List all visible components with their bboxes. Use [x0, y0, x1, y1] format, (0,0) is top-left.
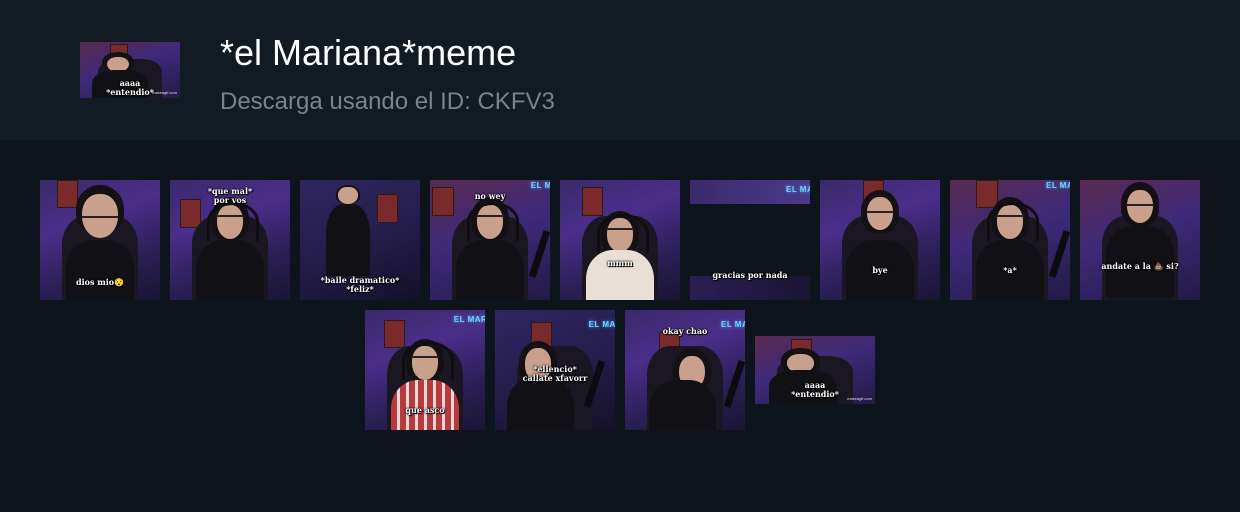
gif-caption: *a*	[1003, 265, 1017, 276]
gif-tile[interactable]: EL MARIANA gracias por nada	[690, 180, 810, 300]
gif-watermark: makeagif.com	[847, 396, 872, 401]
neon-sign: EL MARIANA	[588, 319, 615, 329]
meme-header: aaaa *entendio* makeagif.com *el Mariana…	[0, 0, 1240, 140]
neon-sign: EL MARIANA	[453, 314, 485, 324]
gif-tile[interactable]: EL MARIANA que asco	[365, 310, 485, 430]
gif-caption: okay chao	[662, 325, 708, 336]
gif-caption: dios mio😯	[75, 277, 125, 288]
page-title: *el Mariana*meme	[220, 32, 517, 73]
gif-tile[interactable]: mmm	[560, 180, 680, 300]
meme-thumbnail: aaaa *entendio* makeagif.com	[80, 42, 180, 98]
neon-sign: EL MARIANA	[1046, 181, 1070, 191]
gif-caption: andate a la 💩 si?	[1101, 260, 1179, 271]
gif-caption: bye	[872, 265, 888, 276]
gif-tile[interactable]: *baile dramatico* *feliz*	[300, 180, 420, 300]
neon-sign: EL MARIANA	[786, 184, 810, 194]
gif-caption: *ellencio* callate xfavorr	[522, 364, 588, 384]
gif-tile[interactable]: EL MARIANA no wey	[430, 180, 550, 300]
gif-caption: *baile dramatico* *feliz*	[320, 275, 400, 294]
gif-caption: *que mal* por vos	[207, 186, 253, 206]
gif-tile[interactable]: EL MARIANA okay chao	[625, 310, 745, 430]
meme-gallery: dios mio😯 *que mal* por vos *baile drama…	[0, 140, 1240, 512]
gif-caption: gracias por nada	[712, 270, 788, 281]
thumbnail-watermark: makeagif.com	[152, 90, 177, 95]
gif-tile[interactable]: EL MARIANA *ellencio* callate xfavorr	[495, 310, 615, 430]
gif-tile[interactable]: aaaa *entendio* makeagif.com	[755, 336, 875, 404]
gif-tile[interactable]: andate a la 💩 si?	[1080, 180, 1200, 300]
neon-sign: EL MARIANA	[530, 181, 550, 191]
gif-tile[interactable]: dios mio😯	[40, 180, 160, 300]
gif-caption: mmm	[607, 258, 633, 269]
download-id-text: Descarga usando el ID: CKFV3	[220, 88, 555, 115]
gif-tile[interactable]: EL MARIANA *a*	[950, 180, 1070, 300]
gif-tile[interactable]: bye	[820, 180, 940, 300]
gif-tile[interactable]: *que mal* por vos	[170, 180, 290, 300]
gif-caption: que asco	[405, 405, 445, 415]
gif-caption: no wey	[474, 191, 506, 201]
